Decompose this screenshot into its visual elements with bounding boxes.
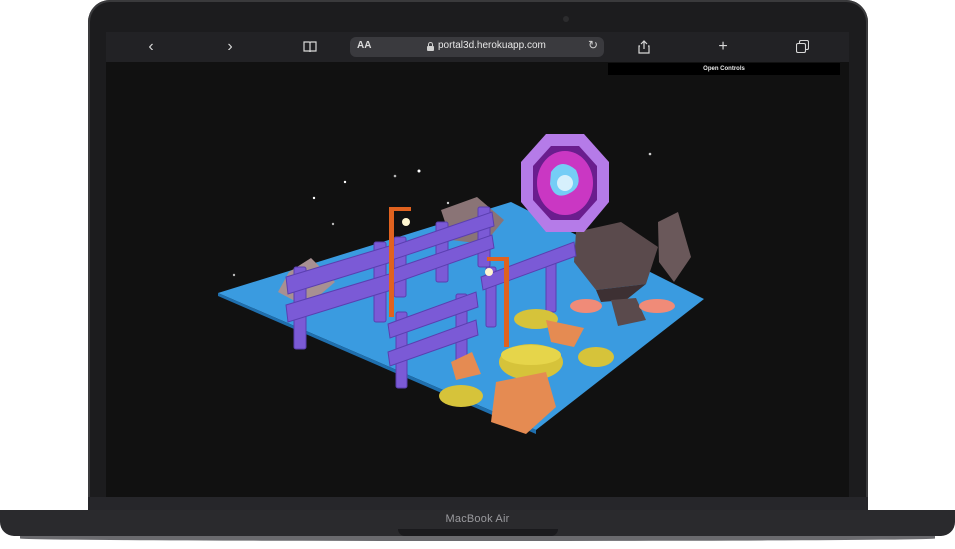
browser-window: ‹ › AA portal3d.herokuapp.com ↻ + Open C… — [106, 32, 849, 497]
bookmarks-button[interactable] — [298, 37, 322, 57]
share-icon — [638, 40, 650, 54]
tabs-icon — [795, 39, 809, 54]
address-bar[interactable]: AA portal3d.herokuapp.com ↻ — [350, 37, 604, 57]
portal — [521, 134, 609, 232]
reader-button[interactable]: AA — [357, 40, 371, 51]
lock-icon — [427, 42, 434, 51]
url-text: portal3d.herokuapp.com — [438, 40, 546, 51]
book-icon — [303, 41, 317, 53]
share-button[interactable] — [632, 37, 656, 57]
laptop-foot — [20, 536, 935, 541]
tabs-button[interactable] — [790, 37, 814, 57]
portal-3d-scene[interactable] — [106, 62, 849, 497]
new-tab-button[interactable]: + — [711, 37, 735, 57]
camera-icon — [563, 16, 569, 22]
reload-icon[interactable]: ↻ — [588, 38, 598, 52]
safari-toolbar: ‹ › AA portal3d.herokuapp.com ↻ + — [106, 32, 849, 62]
trackpad-notch — [398, 529, 558, 536]
device-label: MacBook Air — [445, 513, 510, 525]
laptop-hinge — [88, 497, 868, 510]
back-button[interactable]: ‹ — [139, 37, 163, 57]
forward-button[interactable]: › — [218, 37, 242, 57]
